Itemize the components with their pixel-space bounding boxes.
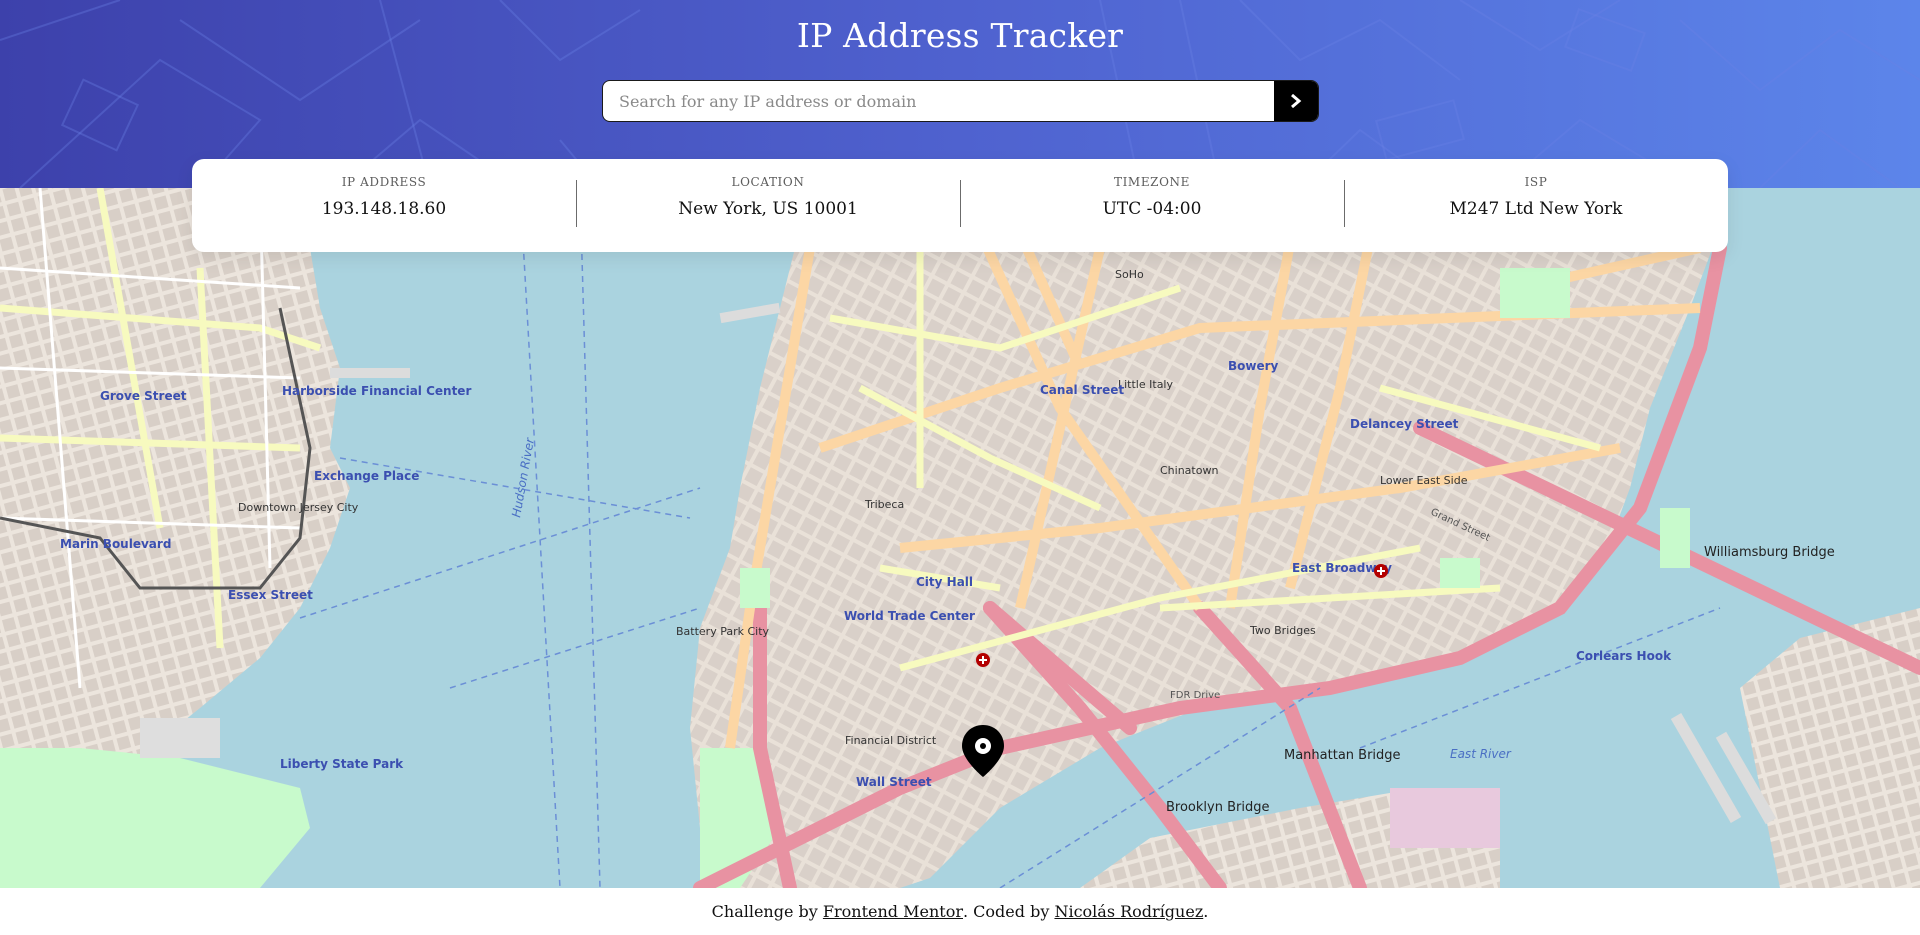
footer-text: . — [1203, 902, 1209, 921]
map-label: Downtown Jersey City — [238, 501, 359, 514]
map-label: Financial District — [845, 734, 937, 747]
location-pin-icon[interactable] — [960, 723, 1006, 779]
chevron-right-icon — [1291, 94, 1302, 108]
info-ip-address: IP ADDRESS 193.148.18.60 — [192, 159, 576, 252]
map-label: Battery Park City — [676, 625, 770, 638]
map-label: Exchange Place — [314, 469, 419, 483]
info-value: UTC -04:00 — [1102, 199, 1202, 219]
ip-info-card: IP ADDRESS 193.148.18.60 LOCATION New Yo… — [192, 159, 1728, 252]
map-label: Essex Street — [228, 588, 313, 602]
map-label: FDR Drive — [1170, 690, 1220, 701]
map-label: Wall Street — [856, 775, 932, 789]
footer-attribution: Challenge by Frontend Mentor . Coded by … — [0, 888, 1920, 935]
map-tiles[interactable]: Tribeca Chinatown Little Italy Financial… — [0, 188, 1920, 888]
map-label: SoHo — [1115, 268, 1144, 281]
map-label: Tribeca — [864, 498, 904, 511]
map-label: Brooklyn Bridge — [1166, 800, 1269, 815]
map-label: Grove Street — [100, 389, 187, 403]
info-label: TIMEZONE — [1113, 175, 1191, 189]
map-label: Two Bridges — [1249, 624, 1316, 637]
map-label: Little Italy — [1118, 378, 1173, 391]
info-timezone: TIMEZONE UTC -04:00 — [960, 159, 1344, 252]
info-isp: ISP M247 Ltd New York — [1344, 159, 1728, 252]
search-submit-button[interactable] — [1274, 81, 1318, 121]
map-label: Bowery — [1228, 359, 1279, 373]
info-label: IP ADDRESS — [341, 175, 427, 189]
info-value: M247 Ltd New York — [1449, 199, 1623, 219]
map-label: Harborside Financial Center — [282, 384, 471, 398]
map-label: Canal Street — [1040, 383, 1124, 397]
map-label: Manhattan Bridge — [1284, 748, 1401, 763]
footer-text: . Coded by — [963, 902, 1055, 921]
map-label: Marin Boulevard — [60, 537, 171, 551]
frontend-mentor-link[interactable]: Frontend Mentor — [823, 902, 963, 921]
map-label: City Hall — [916, 575, 973, 589]
author-link[interactable]: Nicolás Rodríguez — [1054, 902, 1203, 921]
page-title: IP Address Tracker — [796, 16, 1124, 55]
info-location: LOCATION New York, US 10001 — [576, 159, 960, 252]
footer-text: Challenge by — [711, 902, 823, 921]
search-bar — [602, 80, 1319, 122]
search-input[interactable] — [603, 81, 1274, 121]
map-label: East River — [1450, 747, 1512, 761]
hospital-icon — [976, 653, 990, 667]
info-value: 193.148.18.60 — [321, 199, 447, 219]
map-label: Delancey Street — [1350, 417, 1459, 431]
info-label: ISP — [1524, 175, 1548, 189]
map-label: Corlears Hook — [1576, 649, 1672, 663]
hospital-icon — [1374, 564, 1388, 578]
map-label: Liberty State Park — [280, 757, 404, 771]
map-label: Chinatown — [1160, 464, 1218, 477]
map-label: World Trade Center — [844, 609, 975, 623]
map-label: Lower East Side — [1380, 474, 1468, 487]
info-value: New York, US 10001 — [678, 199, 858, 219]
info-label: LOCATION — [731, 175, 805, 189]
map-label: Williamsburg Bridge — [1704, 545, 1835, 560]
map-view[interactable]: Tribeca Chinatown Little Italy Financial… — [0, 188, 1920, 888]
